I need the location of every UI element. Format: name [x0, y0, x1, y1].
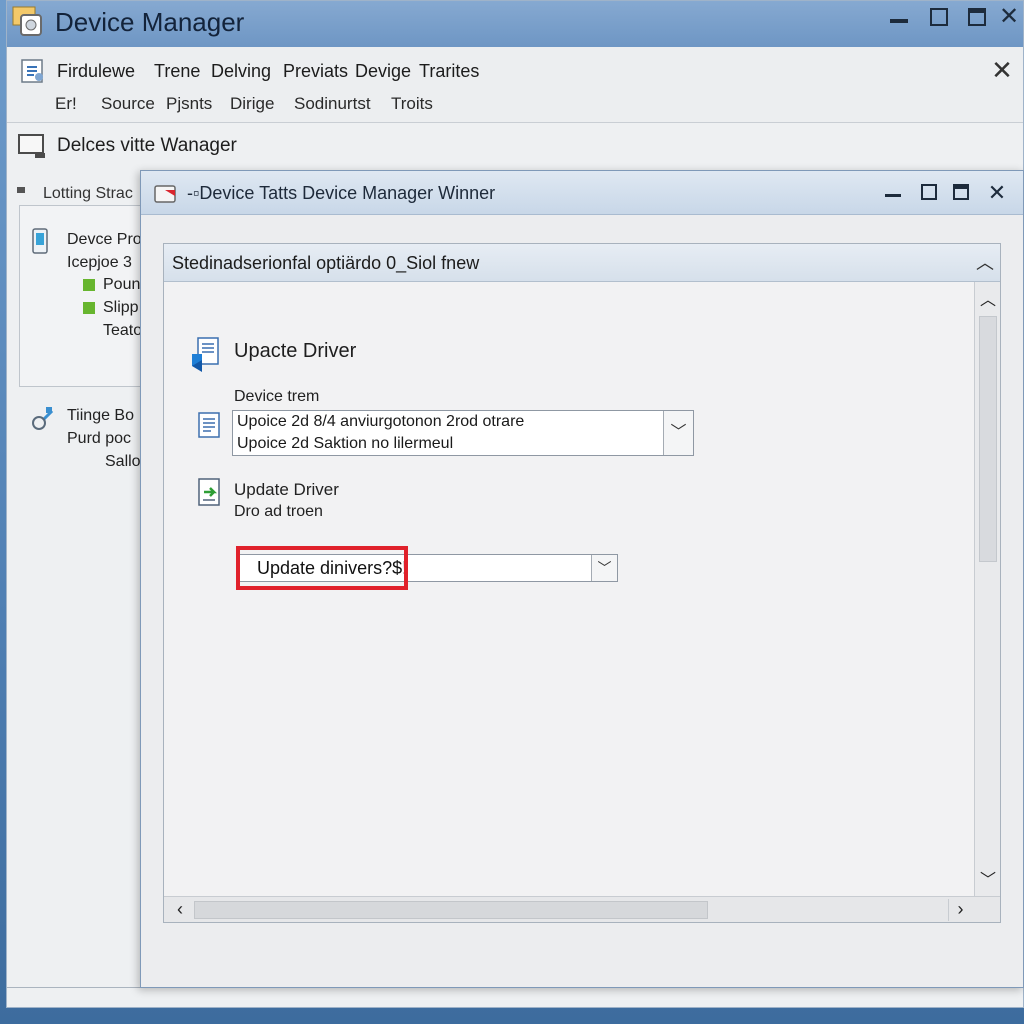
menu-item-1[interactable]: Firdulewe: [57, 61, 135, 82]
phone-icon: [32, 228, 48, 254]
close-icon: ✕: [998, 3, 1020, 30]
close-panel-button[interactable]: ✕: [987, 55, 1017, 86]
title-bar[interactable]: Device Manager ✕: [7, 1, 1023, 47]
chevron-down-icon: ﹀: [979, 872, 996, 889]
horizontal-scrollbar[interactable]: ‹ ›: [164, 896, 1000, 922]
chevron-right-icon: ›: [957, 899, 964, 919]
device-row-label: Delces vitte Wanager: [57, 135, 237, 156]
dialog-title: -▫Device Tatts Device Manager Winner: [187, 183, 496, 203]
scroll-left-button[interactable]: ‹: [168, 899, 192, 921]
toolbar-item-5[interactable]: Sodinurtst: [294, 94, 371, 114]
dropdown-button[interactable]: ﹀: [663, 411, 693, 455]
chevron-down-icon: ﹀: [597, 560, 612, 576]
dropdown-button[interactable]: ﹀: [591, 555, 617, 581]
scroll-right-button[interactable]: ›: [948, 899, 972, 921]
panel-header[interactable]: Stedinadserionfal optiärdo 0_Siol fnew ︿: [164, 244, 1000, 282]
device-select-line-1: Upoice 2d 8/4 anviurgotonon 2rod otrare: [237, 413, 525, 430]
menu-item-4[interactable]: Previats: [283, 61, 348, 82]
toolbar-item-4[interactable]: Dirige: [230, 94, 274, 114]
options-panel: Stedinadserionfal optiärdo 0_Siol fnew ︿…: [163, 243, 1001, 923]
update-driver-dialog: -▫Device Tatts Device Manager Winner ✕ S…: [140, 170, 1024, 988]
maximize-button[interactable]: [923, 1, 955, 33]
device-select[interactable]: Upoice 2d 8/4 anviurgotonon 2rod otrare …: [232, 410, 694, 456]
chevron-up-icon: ︿: [976, 253, 994, 273]
toolbar-item-3[interactable]: Pjsnts: [166, 94, 212, 114]
dialog-title-bar[interactable]: -▫Device Tatts Device Manager Winner ✕: [141, 171, 1023, 215]
scroll-thumb[interactable]: [979, 316, 997, 562]
update-driver-label: Update Driver: [234, 480, 339, 499]
panel-header-text: Stedinadserionfal optiärdo 0_Siol fnew: [172, 253, 480, 273]
dialog-restore-button[interactable]: [945, 177, 977, 209]
side-item-7[interactable]: Purd poc: [67, 430, 131, 448]
restore-icon: [968, 8, 986, 26]
menu-item-3[interactable]: Delving: [211, 61, 271, 82]
usb-icon: [32, 406, 54, 430]
minimize-icon: [885, 194, 901, 197]
chevron-down-icon: ﹀: [670, 424, 687, 441]
collapse-button[interactable]: ︿: [974, 252, 996, 274]
highlight-annotation: [236, 546, 408, 590]
chevron-up-icon: ︿: [979, 292, 996, 309]
dialog-minimize-button[interactable]: [877, 177, 909, 209]
side-item-5[interactable]: Teato: [103, 322, 142, 340]
driver-subtext: Dro ad troen: [234, 503, 323, 520]
minimize-button[interactable]: [883, 1, 915, 33]
close-icon: ✕: [987, 180, 1007, 205]
scroll-up-button[interactable]: ︿: [975, 286, 1001, 310]
maximize-icon: [930, 8, 948, 26]
toolbar-item-2[interactable]: Source: [101, 94, 155, 114]
window-title: Device Manager: [55, 7, 245, 37]
menu-item-5[interactable]: Devige: [355, 61, 411, 82]
close-button[interactable]: ✕: [993, 1, 1024, 33]
restore-icon: [953, 184, 969, 200]
device-manager-icon: [12, 6, 42, 36]
panel-content: Upacte Driver Device trem Upoice 2d 8/4 …: [164, 282, 974, 896]
status-indicator: [83, 302, 95, 314]
dialog-maximize-button[interactable]: [913, 177, 945, 209]
vertical-scrollbar[interactable]: ︿ ﹀: [974, 282, 1000, 896]
scroll-down-button[interactable]: ﹀: [975, 866, 1001, 890]
document-icon: [198, 412, 220, 438]
side-item-2[interactable]: Icepjoe 3: [67, 254, 132, 272]
side-heading: Lotting Strac: [43, 185, 133, 202]
side-item-3[interactable]: Poun: [103, 276, 140, 294]
update-driver-icon: [192, 337, 219, 372]
side-item-4[interactable]: Slipp: [103, 299, 139, 317]
chevron-left-icon: ‹: [177, 899, 183, 919]
maximize-icon: [921, 184, 937, 200]
status-indicator: [83, 279, 95, 291]
monitor-icon: [18, 134, 45, 158]
device-select-line-2: Upoice 2d Saktion no lilermeul: [237, 435, 454, 452]
side-item-6[interactable]: Tiinge Bo: [67, 407, 134, 425]
restore-button[interactable]: [961, 1, 993, 33]
menu-toolbar-area: Firdulewe Trene Delving Previats Devige …: [7, 47, 1023, 123]
section-title: Upacte Driver: [234, 340, 357, 362]
toolbar-item-6[interactable]: Troits: [391, 94, 433, 114]
side-item-8[interactable]: Sallo: [105, 453, 141, 471]
dialog-icon: [154, 185, 176, 203]
toolbar-item-1[interactable]: Er!: [55, 94, 77, 114]
properties-icon[interactable]: [19, 57, 47, 85]
minimize-icon: [890, 19, 908, 23]
bullet-marker: [17, 187, 25, 193]
close-icon: ✕: [991, 55, 1013, 85]
menu-item-2[interactable]: Trene: [154, 61, 200, 82]
device-tree-label: Device trem: [234, 388, 320, 405]
device-row[interactable]: Delces vitte Wanager: [7, 123, 1023, 171]
driver-file-icon: [198, 478, 220, 506]
menu-item-6[interactable]: Trarites: [419, 61, 479, 82]
dialog-close-button[interactable]: ✕: [981, 177, 1013, 209]
side-item-1[interactable]: Devce Pro: [67, 231, 142, 249]
scroll-thumb[interactable]: [194, 901, 708, 919]
